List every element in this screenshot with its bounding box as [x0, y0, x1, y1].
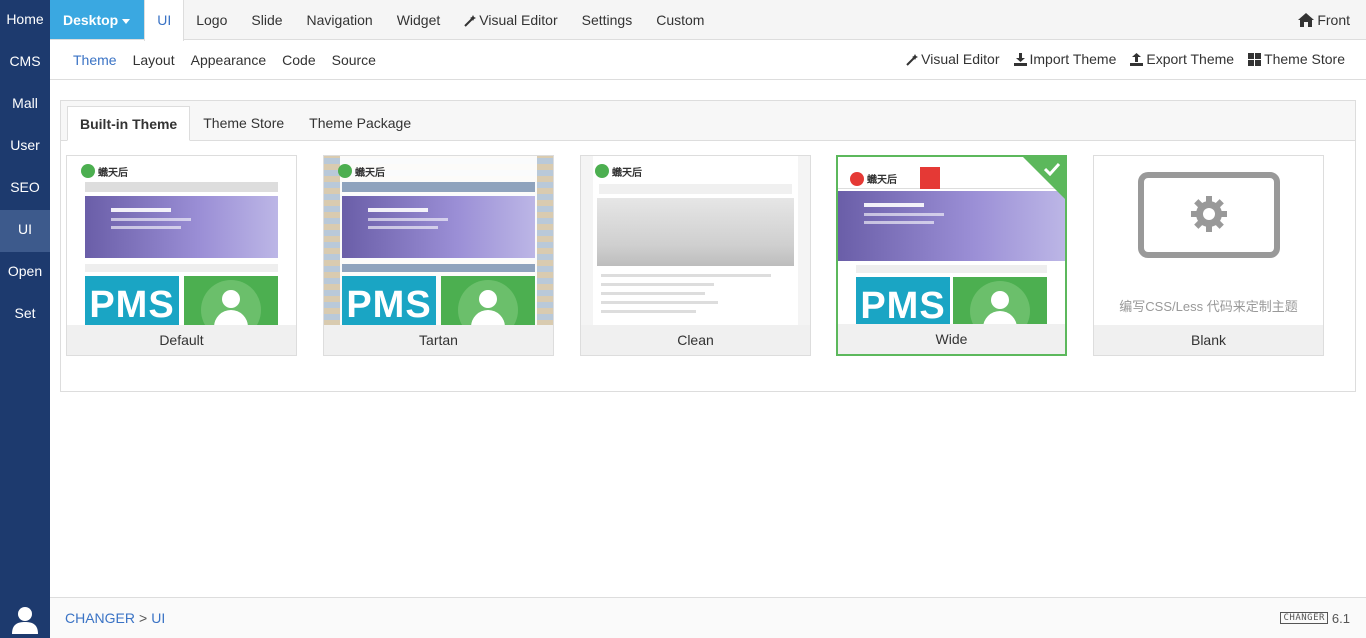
- device-label: Desktop: [63, 12, 119, 28]
- tab-theme-store[interactable]: Theme Store: [191, 106, 296, 140]
- front-link[interactable]: Front: [1286, 0, 1366, 39]
- theme-store-label: Theme Store: [1264, 50, 1345, 67]
- version-number: 6.1: [1331, 610, 1350, 626]
- breadcrumb-current[interactable]: UI: [151, 610, 165, 626]
- home-icon: [1298, 2, 1315, 42]
- sidebar-item-ui[interactable]: UI: [0, 210, 50, 252]
- upload-icon: [1130, 52, 1144, 69]
- sidebar-item-open[interactable]: Open: [0, 252, 50, 294]
- breadcrumb: CHANGER > UI: [65, 610, 165, 626]
- visual-editor-label: Visual Editor: [921, 50, 1000, 67]
- top-toolbar: Desktop UI Logo Slide Navigation Widget …: [50, 0, 1366, 41]
- theme-panel: Built-in Theme Theme Store Theme Package…: [60, 100, 1356, 392]
- front-label: Front: [1317, 12, 1350, 28]
- theme-card-tartan[interactable]: 蟙天后 PMS Tartan: [323, 155, 554, 356]
- top-tab-custom[interactable]: Custom: [644, 0, 716, 39]
- import-theme-button[interactable]: Import Theme: [1007, 51, 1124, 69]
- export-theme-label: Export Theme: [1146, 50, 1235, 67]
- sidebar-item-mall[interactable]: Mall: [0, 84, 50, 126]
- sidebar-item-cms[interactable]: CMS: [0, 42, 50, 84]
- sidebar-item-seo[interactable]: SEO: [0, 168, 50, 210]
- users-tile: [441, 276, 535, 326]
- subnav-source[interactable]: Source: [324, 52, 384, 68]
- gear-icon: [1189, 194, 1229, 237]
- theme-name: Blank: [1094, 325, 1323, 355]
- theme-name: Default: [67, 325, 296, 355]
- breadcrumb-root[interactable]: CHANGER: [65, 610, 135, 626]
- tab-theme-package[interactable]: Theme Package: [297, 106, 423, 140]
- theme-card-default[interactable]: 蟙天后 PMS Default: [66, 155, 297, 356]
- top-tab-logo[interactable]: Logo: [184, 0, 239, 39]
- subnav-code[interactable]: Code: [274, 52, 323, 68]
- sidebar-item-set[interactable]: Set: [0, 294, 50, 336]
- blank-theme-note: 编写CSS/Less 代码来定制主题: [1119, 299, 1298, 314]
- brand-logo: CHANGER: [1280, 612, 1328, 624]
- theme-card-blank[interactable]: 编写CSS/Less 代码来定制主题 Blank: [1093, 155, 1324, 356]
- wand-icon: [464, 2, 477, 42]
- top-tab-widget[interactable]: Widget: [385, 0, 453, 39]
- theme-name: Tartan: [324, 325, 553, 355]
- visual-editor-button[interactable]: Visual Editor: [899, 51, 1006, 69]
- top-tab-navigation[interactable]: Navigation: [295, 0, 385, 39]
- theme-thumbnail: 编写CSS/Less 代码来定制主题: [1094, 156, 1323, 326]
- version-info: CHANGER 6.1: [1280, 611, 1366, 626]
- theme-name: Clean: [581, 325, 810, 355]
- checkmark-icon: [1043, 162, 1061, 179]
- theme-card-wide[interactable]: 蟙天后 PMS Wide: [836, 155, 1067, 356]
- sidebar-item-user[interactable]: User: [0, 126, 50, 168]
- theme-thumbnail: 蟙天后: [581, 156, 810, 326]
- top-tab-visual-editor[interactable]: Visual Editor: [452, 0, 569, 39]
- left-sidebar: Home CMS Mall User SEO UI Open Set: [0, 0, 50, 638]
- caret-down-icon: [122, 18, 131, 24]
- subnav-appearance[interactable]: Appearance: [183, 52, 275, 68]
- sidebar-item-home[interactable]: Home: [0, 0, 50, 42]
- top-tab-slide[interactable]: Slide: [239, 0, 294, 39]
- theme-name: Wide: [838, 324, 1065, 354]
- grid-icon: [1248, 52, 1262, 69]
- pms-tile: PMS: [85, 276, 179, 326]
- breadcrumb-separator: >: [139, 610, 148, 626]
- import-theme-label: Import Theme: [1029, 50, 1117, 67]
- device-dropdown[interactable]: Desktop: [50, 0, 145, 39]
- blank-frame: [1138, 172, 1280, 258]
- subnav-layout[interactable]: Layout: [125, 52, 183, 68]
- sub-navigation: Theme Layout Appearance Code Source Visu…: [50, 40, 1366, 80]
- theme-thumbnail: 蟙天后 PMS: [67, 156, 296, 326]
- users-tile: [953, 277, 1047, 327]
- users-tile: [184, 276, 278, 326]
- theme-thumbnail: 蟙天后 PMS: [324, 156, 553, 326]
- pms-tile: PMS: [342, 276, 436, 326]
- top-tab-settings[interactable]: Settings: [570, 0, 645, 39]
- top-tab-ui[interactable]: UI: [144, 0, 185, 41]
- export-theme-button[interactable]: Export Theme: [1123, 51, 1241, 69]
- tab-built-in-theme[interactable]: Built-in Theme: [67, 106, 191, 141]
- theme-store-button[interactable]: Theme Store: [1241, 51, 1352, 69]
- theme-card-clean[interactable]: 蟙天后 Clean: [580, 155, 811, 356]
- subnav-theme[interactable]: Theme: [65, 52, 125, 68]
- top-tab-visual-editor-label: Visual Editor: [479, 12, 558, 28]
- download-icon: [1013, 52, 1027, 69]
- theme-tabs: Built-in Theme Theme Store Theme Package: [61, 101, 1355, 141]
- footer-bar: CHANGER > UI CHANGER 6.1: [50, 597, 1366, 638]
- theme-thumbnail: 蟙天后 PMS: [838, 157, 1065, 327]
- pms-tile: PMS: [856, 277, 950, 327]
- wand-icon: [906, 53, 919, 69]
- user-icon[interactable]: [0, 600, 50, 634]
